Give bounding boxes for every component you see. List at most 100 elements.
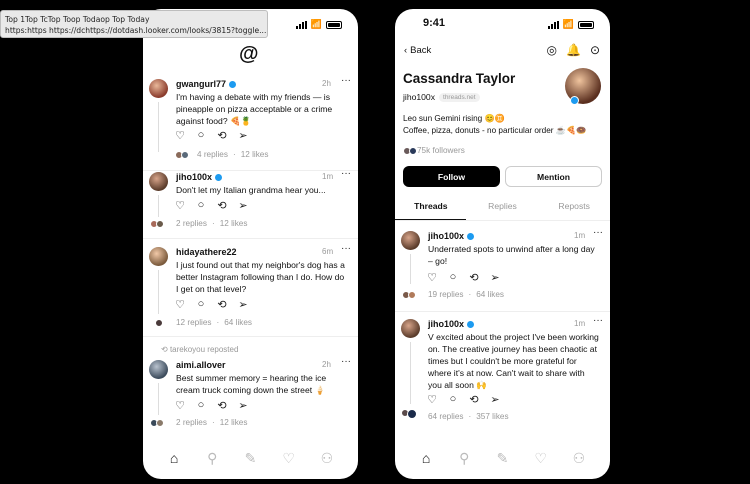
search-icon[interactable]: ⚲ <box>455 450 473 467</box>
post-username[interactable]: hidayathere22 <box>176 247 237 257</box>
heart-icon[interactable]: ♡ <box>426 393 438 406</box>
post-username[interactable]: jiho100x <box>428 231 475 241</box>
heart-icon[interactable]: ♡ <box>426 271 438 284</box>
send-icon[interactable]: ➢ <box>489 393 501 406</box>
heart-icon[interactable]: ♡ <box>174 129 186 142</box>
post-username[interactable]: aimi.allover <box>176 360 226 370</box>
more-options-icon[interactable]: ··· <box>341 243 351 254</box>
reply-avatars <box>150 419 164 427</box>
avatar[interactable] <box>149 79 168 98</box>
signal-icon <box>547 20 559 29</box>
followers-count[interactable]: 75k followers <box>417 146 465 155</box>
comment-icon[interactable]: ○ <box>195 399 207 412</box>
repost-icon[interactable]: ⟲ <box>468 393 480 406</box>
post-time: 2h <box>322 79 331 88</box>
likes-count[interactable]: 12 likes <box>220 418 248 427</box>
phone-profile: 9:41 📶 ‹ Back ◎ 🔔 ⊙ Cassandra Taylor jiho… <box>395 9 610 479</box>
post-username[interactable]: jiho100x <box>176 172 223 182</box>
post-time: 6m <box>322 247 334 256</box>
send-icon[interactable]: ➢ <box>489 271 501 284</box>
instagram-icon[interactable]: ◎ <box>547 43 557 57</box>
compose-icon[interactable]: ✎ <box>493 450 511 467</box>
send-icon[interactable]: ➢ <box>237 298 249 311</box>
repost-icon[interactable]: ⟲ <box>216 129 228 142</box>
tab-replies[interactable]: Replies <box>467 201 539 221</box>
replies-count[interactable]: 2 replies <box>176 219 207 228</box>
repost-icon[interactable]: ⟲ <box>468 271 480 284</box>
more-options-icon[interactable]: ··· <box>593 227 603 238</box>
username-text[interactable]: aimi.allover <box>176 360 226 370</box>
search-icon[interactable]: ⚲ <box>203 450 221 467</box>
comment-icon[interactable]: ○ <box>447 271 459 284</box>
reply-avatars <box>175 151 189 159</box>
threads-net-badge[interactable]: threads.net <box>439 92 480 102</box>
thread-line <box>158 102 159 152</box>
profile-tabs: Threads Replies Reposts <box>395 201 610 221</box>
compose-icon[interactable]: ✎ <box>241 450 259 467</box>
username-text[interactable]: gwangurl77 <box>176 79 226 89</box>
follow-button[interactable]: Follow <box>403 166 500 187</box>
username-text[interactable]: jiho100x <box>176 172 212 182</box>
replies-count[interactable]: 12 replies <box>176 318 212 327</box>
likes-count[interactable]: 64 likes <box>476 290 504 299</box>
send-icon[interactable]: ➢ <box>237 199 249 212</box>
post-actions: ♡ ○ ⟲ ➢ <box>426 393 501 406</box>
avatar[interactable] <box>401 231 420 250</box>
profile-icon[interactable]: ⚇ <box>318 450 336 467</box>
comment-icon[interactable]: ○ <box>195 129 207 142</box>
repost-icon: ⟲ <box>161 345 170 354</box>
more-options-icon[interactable]: ··· <box>341 356 351 367</box>
post-meta: 2 replies · 12 likes <box>176 219 247 228</box>
avatar[interactable] <box>149 247 168 266</box>
activity-heart-icon[interactable]: ♡ <box>280 450 298 467</box>
tab-threads[interactable]: Threads <box>395 201 467 221</box>
back-button[interactable]: ‹ Back <box>404 45 431 56</box>
post-time: 1m <box>574 231 586 240</box>
heart-icon[interactable]: ♡ <box>174 298 186 311</box>
activity-heart-icon[interactable]: ♡ <box>532 450 550 467</box>
heart-icon[interactable]: ♡ <box>174 399 186 412</box>
repost-icon[interactable]: ⟲ <box>216 298 228 311</box>
post-actions: ♡ ○ ⟲ ➢ <box>174 199 249 212</box>
replies-count[interactable]: 2 replies <box>176 418 207 427</box>
comment-icon[interactable]: ○ <box>447 393 459 406</box>
send-icon[interactable]: ➢ <box>237 399 249 412</box>
likes-count[interactable]: 12 likes <box>241 150 269 159</box>
more-options-icon[interactable]: ··· <box>341 168 351 179</box>
replies-count[interactable]: 19 replies <box>428 290 464 299</box>
comment-icon[interactable]: ○ <box>195 199 207 212</box>
home-icon[interactable]: ⌂ <box>165 450 183 466</box>
home-icon[interactable]: ⌂ <box>417 450 435 466</box>
heart-icon[interactable]: ♡ <box>174 199 186 212</box>
more-options-icon[interactable]: ⊙ <box>590 43 600 57</box>
username-text[interactable]: jiho100x <box>428 231 464 241</box>
more-options-icon[interactable]: ··· <box>341 75 351 86</box>
likes-count[interactable]: 64 likes <box>224 318 252 327</box>
avatar[interactable] <box>401 319 420 338</box>
post-username[interactable]: gwangurl77 <box>176 79 237 89</box>
post-username[interactable]: jiho100x <box>428 319 475 329</box>
avatar[interactable] <box>149 360 168 379</box>
username-text[interactable]: hidayathere22 <box>176 247 237 257</box>
avatar[interactable] <box>149 172 168 191</box>
profile-icon[interactable]: ⚇ <box>570 450 588 467</box>
username-text[interactable]: jiho100x <box>428 319 464 329</box>
chevron-left-icon: ‹ <box>404 45 408 56</box>
post-meta: 12 replies · 64 likes <box>176 318 252 327</box>
repost-icon[interactable]: ⟲ <box>216 399 228 412</box>
wifi-icon: 📶 <box>562 19 574 29</box>
comment-icon[interactable]: ○ <box>195 298 207 311</box>
more-options-icon[interactable]: ··· <box>593 315 603 326</box>
repost-icon[interactable]: ⟲ <box>216 199 228 212</box>
verified-icon <box>229 80 237 88</box>
threads-logo-icon[interactable]: @ <box>239 43 259 66</box>
mention-button[interactable]: Mention <box>505 166 602 187</box>
likes-count[interactable]: 12 likes <box>220 219 248 228</box>
bell-icon[interactable]: 🔔 <box>566 43 581 57</box>
tab-reposts[interactable]: Reposts <box>538 201 610 221</box>
send-icon[interactable]: ➢ <box>237 129 249 142</box>
replies-count[interactable]: 64 replies <box>428 412 464 421</box>
thread-line <box>158 383 159 415</box>
likes-count[interactable]: 357 likes <box>476 412 508 421</box>
replies-count[interactable]: 4 replies <box>197 150 228 159</box>
